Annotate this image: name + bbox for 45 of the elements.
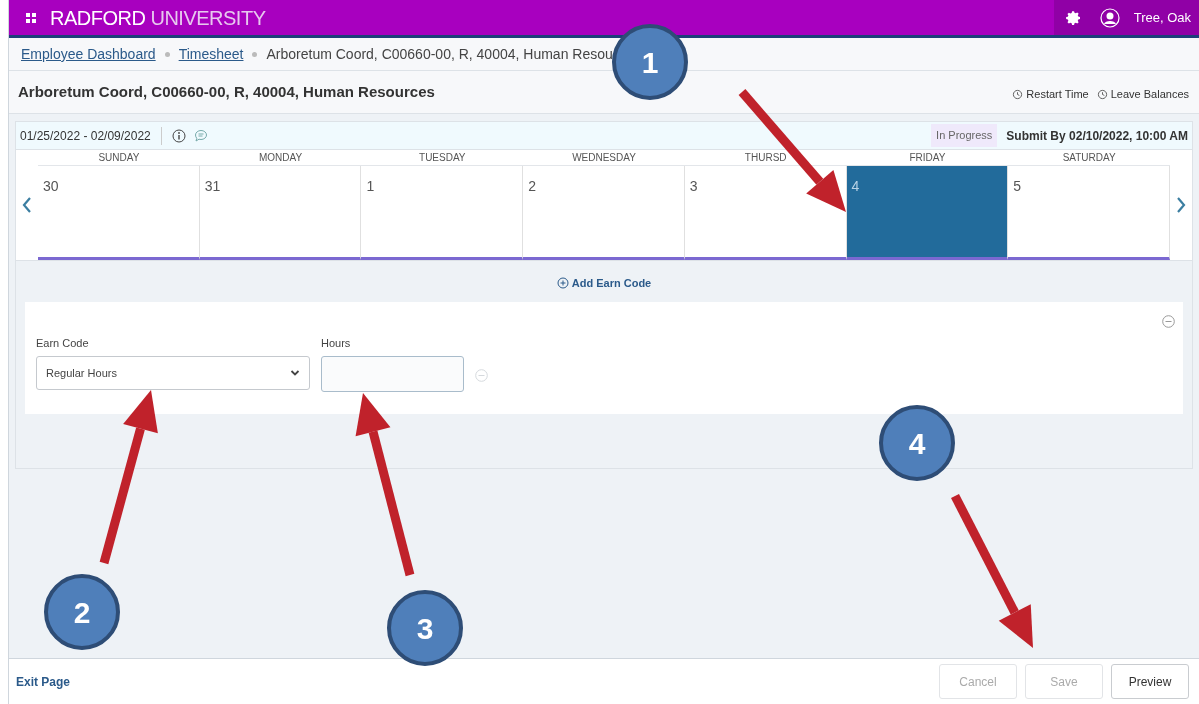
leave-balances-link[interactable]: Leave Balances	[1096, 86, 1189, 103]
add-icon	[556, 277, 569, 290]
day-number: 5	[1013, 178, 1022, 194]
chevron-down-icon	[290, 369, 300, 377]
app-grid-icon[interactable]	[26, 12, 36, 23]
submit-deadline: Submit By 02/10/2022, 10:00 AM	[1006, 127, 1188, 145]
collapse-icon[interactable]	[1162, 314, 1175, 328]
breadcrumb-link[interactable]: Timesheet	[178, 43, 244, 65]
next-week-icon[interactable]	[1176, 196, 1186, 214]
brand-logo: RADFORD UNIVERSITY	[50, 5, 266, 31]
day-number: 3	[689, 178, 698, 194]
day-cell[interactable]: 5	[1008, 166, 1170, 260]
field-label: Hours	[321, 335, 352, 351]
user-avatar-icon[interactable]	[1099, 7, 1120, 28]
add-earn-code-link[interactable]: Add Earn Code	[556, 275, 652, 292]
day-cell[interactable]: 4	[846, 166, 1009, 260]
settings-icon[interactable]	[1065, 9, 1082, 26]
comment-icon[interactable]	[193, 128, 208, 143]
breadcrumb-separator-icon	[252, 51, 258, 57]
exit-page-link[interactable]: Exit Page	[16, 672, 71, 691]
pay-period-range: 01/25/2022 - 02/09/2022	[20, 126, 162, 145]
day-cell[interactable]: 1	[361, 166, 524, 260]
day-cell[interactable]: 2	[523, 166, 685, 260]
page-title: Arboretum Coord, C00660-00, R, 40004, Human Resources	[18, 81, 435, 102]
day-cell[interactable]: 30	[38, 166, 200, 260]
day-cell[interactable]: 3	[684, 166, 847, 260]
day-cell[interactable]: 31	[199, 166, 362, 260]
day-number: 2	[528, 178, 536, 194]
clock-icon	[1096, 89, 1108, 100]
breadcrumb-separator-icon	[164, 51, 170, 57]
restart-time-link[interactable]: Restart Time	[1012, 86, 1089, 103]
preview-button[interactable]: Preview	[1111, 664, 1189, 699]
day-number: 30	[43, 178, 59, 194]
day-number: 1	[366, 178, 375, 194]
info-icon[interactable]	[171, 128, 186, 143]
day-number: 4	[851, 178, 860, 194]
clock-icon	[1012, 89, 1024, 100]
earn-code-dropdown[interactable]: Regular Hours	[36, 356, 310, 390]
hours-input[interactable]	[321, 356, 464, 392]
previous-week-icon[interactable]	[22, 196, 32, 214]
day-number: 31	[204, 178, 221, 194]
breadcrumb-link[interactable]: Employee Dashboard	[21, 43, 156, 65]
breadcrumb-current: Arboretum Coord, C00660-00, R, 40004, Human Resou	[266, 44, 613, 64]
status-badge: In Progress	[931, 124, 998, 147]
field-label: Earn Code	[36, 335, 90, 351]
